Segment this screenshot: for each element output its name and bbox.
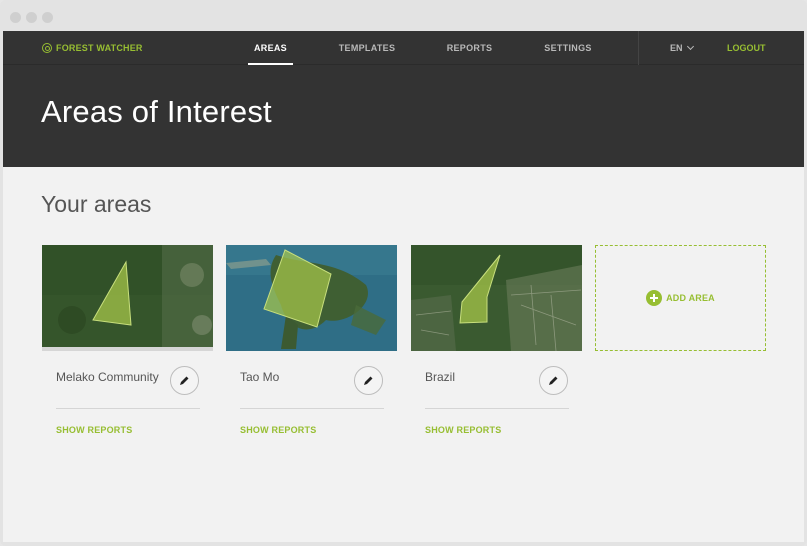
logout-button[interactable]: LOGOUT xyxy=(727,31,766,65)
area-name: Melako Community xyxy=(56,370,159,384)
zoom-window-dot[interactable] xyxy=(42,12,53,23)
nav-divider xyxy=(638,31,639,65)
tab-settings[interactable]: SETTINGS xyxy=(541,31,595,65)
tab-areas[interactable]: AREAS xyxy=(248,31,293,65)
add-area-button[interactable]: ADD AREA xyxy=(595,245,766,351)
chevron-down-icon xyxy=(686,42,694,51)
area-name: Brazil xyxy=(425,370,456,384)
show-reports-link[interactable]: SHOW REPORTS xyxy=(56,425,132,435)
edit-area-button[interactable] xyxy=(354,366,383,395)
area-name: Tao Mo xyxy=(240,370,280,384)
card-divider xyxy=(56,408,200,409)
window-titlebar xyxy=(0,0,807,31)
top-nav: FOREST WATCHER AREAS TEMPLATES REPORTS S… xyxy=(3,31,804,65)
pencil-icon xyxy=(180,376,189,385)
pencil-icon xyxy=(364,376,373,385)
show-reports-link[interactable]: SHOW REPORTS xyxy=(425,425,501,435)
forest-watcher-logo-icon xyxy=(42,43,52,53)
close-window-dot[interactable] xyxy=(10,12,21,23)
area-map-thumbnail[interactable] xyxy=(226,245,397,351)
section-title: Your areas xyxy=(41,191,152,217)
minimize-window-dot[interactable] xyxy=(26,12,37,23)
app-logo[interactable]: FOREST WATCHER xyxy=(42,43,143,53)
edit-area-button[interactable] xyxy=(170,366,199,395)
browser-window: FOREST WATCHER AREAS TEMPLATES REPORTS S… xyxy=(0,0,807,546)
edit-area-button[interactable] xyxy=(539,366,568,395)
plus-circle-icon xyxy=(646,290,663,306)
language-label: EN xyxy=(670,43,683,53)
app-viewport: FOREST WATCHER AREAS TEMPLATES REPORTS S… xyxy=(3,31,804,542)
area-map-thumbnail[interactable] xyxy=(42,245,213,351)
show-reports-link[interactable]: SHOW REPORTS xyxy=(240,425,316,435)
page-header: Areas of Interest xyxy=(3,65,804,167)
language-select[interactable]: EN xyxy=(670,31,694,65)
card-divider xyxy=(240,408,384,409)
area-map-thumbnail[interactable] xyxy=(411,245,582,351)
page-title: Areas of Interest xyxy=(41,94,272,129)
tab-reports[interactable]: REPORTS xyxy=(443,31,496,65)
add-area-label: ADD AREA xyxy=(666,293,715,303)
pencil-icon xyxy=(549,376,558,385)
card-divider xyxy=(425,408,569,409)
tab-templates[interactable]: TEMPLATES xyxy=(336,31,398,65)
app-name: FOREST WATCHER xyxy=(56,43,143,53)
